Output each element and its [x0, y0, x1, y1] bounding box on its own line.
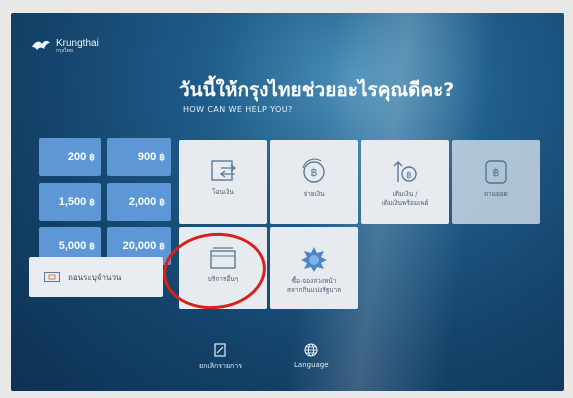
transfer-icon — [211, 160, 237, 181]
page-title-thai: วันนี้ให้กรุงไทยช่วยอะไรคุณดีคะ? — [179, 79, 455, 101]
brand-name-th: กรุงไทย — [56, 47, 73, 54]
amount-button-2000[interactable]: 2,000 ฿ — [107, 183, 171, 221]
baht-symbol: ฿ — [89, 151, 95, 162]
amount-value: 2,000 — [128, 196, 157, 208]
pay-label: จ่ายเงิน — [303, 190, 325, 198]
amount-button-200[interactable]: 200 ฿ — [39, 138, 101, 176]
baht-symbol: ฿ — [89, 240, 95, 251]
topup-label-line1: เติมเงิน / — [392, 190, 418, 198]
amount-button-900[interactable]: 900 ฿ — [107, 138, 171, 176]
globe-icon — [304, 343, 318, 357]
svg-text:฿: ฿ — [406, 171, 412, 181]
amount-button-1500[interactable]: 1,500 ฿ — [39, 183, 101, 221]
language-button[interactable]: Language — [294, 343, 329, 369]
transfer-label: โอนเงิน — [212, 188, 234, 196]
baht-symbol: ฿ — [159, 151, 165, 162]
language-label: Language — [294, 361, 329, 369]
brand-name-en: Krungthai — [56, 37, 99, 49]
baht-symbol: ฿ — [159, 196, 165, 207]
topup-label-line2: เติมเงินพร้อมเพย์ — [381, 198, 429, 207]
cancel-card-icon — [214, 343, 227, 357]
topup-label: เติมเงิน / เติมเงินพร้อมเพย์ — [382, 190, 429, 208]
svg-text:฿: ฿ — [311, 166, 318, 179]
other-amount-button[interactable]: ถอนระบุจำนวน — [29, 257, 163, 297]
pay-button[interactable]: ฿ จ่ายเงิน — [270, 140, 358, 224]
cash-icon — [44, 272, 60, 282]
cancel-transaction-button[interactable]: ยกเลิกรายการ — [199, 343, 242, 372]
topup-icon: ฿ — [393, 161, 417, 182]
lottery-label: ซื้อ-จองล่วงหน้า สลากกินแบ่งรัฐบาล — [287, 277, 341, 295]
amount-value: 1,500 — [58, 196, 87, 208]
cancel-transaction-label: ยกเลิกรายการ — [199, 362, 242, 370]
svg-text:฿: ฿ — [493, 166, 500, 179]
baht-symbol: ฿ — [159, 240, 165, 251]
atm-screen: Krungthai กรุงไทย วันนี้ให้กรุงไทยช่วยอะ… — [11, 13, 564, 391]
amount-value: 900 — [137, 151, 157, 163]
balance-icon: ฿ — [485, 160, 507, 184]
other-amount-label: ถอนระบุจำนวน — [68, 272, 122, 282]
baht-symbol: ฿ — [89, 196, 95, 207]
topup-button[interactable]: ฿ เติมเงิน / เติมเงินพร้อมเพย์ — [361, 140, 449, 224]
bird-logo-icon — [32, 40, 50, 50]
amount-value: 20,000 — [122, 240, 157, 252]
krungthai-logo: Krungthai กรุงไทย — [31, 38, 99, 54]
lottery-button[interactable]: ซื้อ-จองล่วงหน้า สลากกินแบ่งรัฐบาล — [270, 227, 358, 309]
amount-value: 5,000 — [58, 240, 87, 252]
amount-value: 200 — [67, 151, 87, 163]
page-subtitle-english: HOW CAN WE HELP YOU? — [183, 105, 293, 114]
lottery-label-line1: ซื้อ-จองล่วงหน้า — [291, 277, 337, 285]
lottery-emblem-icon — [301, 247, 327, 272]
pay-icon: ฿ — [302, 158, 325, 183]
lottery-label-line2: สลากกินแบ่งรัฐบาล — [286, 285, 342, 294]
balance-inquiry-button[interactable]: ฿ ถามยอด — [452, 140, 540, 224]
transfer-button[interactable]: โอนเงิน — [179, 140, 267, 224]
balance-label: ถามยอด — [484, 190, 508, 198]
